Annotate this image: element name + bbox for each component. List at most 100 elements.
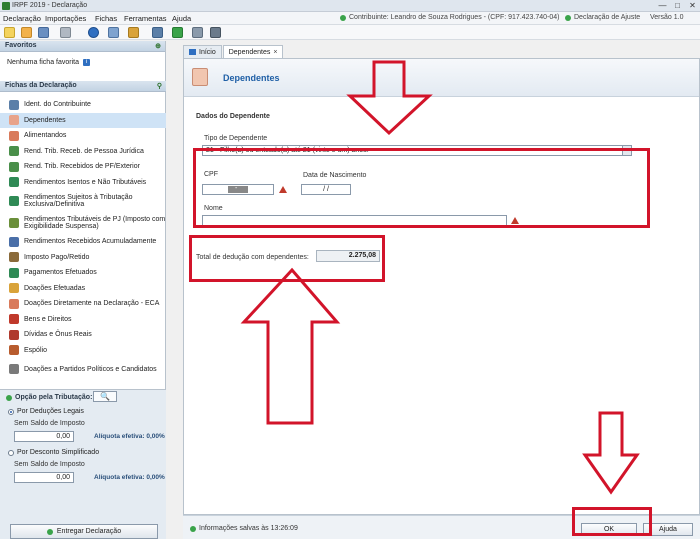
fichas-list: Ident. do Contribuinte Dependentes Alime… [0,97,166,380]
ficha-label: Rend. Trib. Receb. de Pessoa Jurídica [24,147,144,155]
delete-icon[interactable] [60,27,71,38]
menu-ajuda[interactable]: Ajuda [172,14,191,23]
house-icon [9,314,19,325]
menu-ferramentas[interactable]: Ferramentas [124,14,167,23]
ficha-doacoes[interactable]: Doações Efetuadas [0,281,166,297]
exit-icon[interactable] [210,27,221,38]
tab-bar: Início Dependentes × [183,45,284,58]
pin-icon[interactable]: ⊕ [155,42,161,50]
radio-simplificado-dot[interactable] [8,449,14,456]
menu-fichas[interactable]: Fichas [95,14,117,23]
tab-close-icon[interactable]: × [273,49,277,56]
ficha-label: Dívidas e Ônus Reais [24,331,92,339]
search-icon[interactable]: ⚲ [157,82,162,90]
money-bag-icon [9,218,19,228]
new-file-icon[interactable] [4,27,15,38]
transmit-icon[interactable] [108,27,119,38]
ficha-doacoes-partidos[interactable]: Doações a Partidos Políticos e Candidato… [0,358,166,380]
money-icon [9,177,19,188]
ficha-label: Rendimentos Sujeitos à Tributação Exclus… [24,194,133,208]
page-header: Dependentes [184,59,699,97]
window-title: IRPF 2019 - Declaração [12,2,88,9]
ficha-label: Doações a Partidos Políticos e Candidato… [24,365,157,373]
version-text: Versão 1.0 [650,14,684,21]
toolbar [0,25,700,40]
globe-icon[interactable] [88,27,99,38]
highlight-box-ok [572,507,652,536]
ficha-label: Doações Efetuadas [24,284,86,292]
money-icon [9,196,19,206]
dependents-icon [9,115,19,126]
simplificado-saldo-label: Sem Saldo de Imposto [14,461,85,468]
ficha-rend-suspensa[interactable]: Rendimentos Tributáveis de PJ (Imposto c… [0,212,166,234]
debt-arrow-icon [9,329,19,340]
menu-importacoes[interactable]: Importações [45,14,86,23]
ficha-espolio[interactable]: Espólio [0,343,166,359]
payment-icon [9,267,19,278]
save-icon[interactable] [38,27,49,38]
ballot-icon [9,364,19,374]
contribuinte-info: Contribuinte: Leandro de Souza Rodrigues… [340,14,560,21]
ficha-rend-pf[interactable]: Rend. Trib. Recebidos de PF/Exterior [0,159,166,175]
info-icon[interactable]: i [82,58,90,66]
ficha-label: Bens e Direitos [24,315,72,323]
entregar-label: Entregar Declaração [56,528,122,535]
fichas-header: Fichas da Declaração ⚲ [0,81,166,92]
tributacao-icon [6,394,12,401]
print-icon[interactable] [152,27,163,38]
tab-inicio[interactable]: Início [183,45,222,58]
menu-declaracao[interactable]: Declaração [3,14,41,23]
ficha-ident-contribuinte[interactable]: Ident. do Contribuinte [0,97,166,113]
deducoes-aliquota: Alíquota efetiva: 0,00% [94,433,165,440]
receipt-icon[interactable] [128,27,139,38]
favoritos-title: Favoritos [5,42,37,49]
ficha-label: Doações Diretamente na Declaração - ECA [24,300,160,308]
deducoes-valor-field: 0,00 [14,431,74,442]
tab-dependentes[interactable]: Dependentes × [222,45,284,58]
ficha-rend-isentos[interactable]: Rendimentos Isentos e Não Tributáveis [0,175,166,191]
saved-check-icon [190,525,196,532]
ficha-imposto-pago[interactable]: Imposto Pago/Retido [0,250,166,266]
status-text: Informações salvas às 13:26:09 [199,525,298,532]
title-bar: IRPF 2019 - Declaração — □ ✕ [0,0,700,12]
espolio-icon [9,345,19,356]
minimize-button[interactable]: — [655,0,670,12]
tab-inicio-label: Início [199,48,216,56]
opcao-search-button[interactable]: 🔍 [93,391,117,402]
tab-dependentes-label: Dependentes [228,48,271,56]
user-icon [340,14,346,21]
version-info: Versão 1.0 [650,14,683,21]
child-icon [9,298,19,309]
gift-icon [9,283,19,294]
radio-deducoes-dot[interactable] [8,408,14,415]
ficha-rend-pj[interactable]: Rend. Trib. Receb. de Pessoa Jurídica [0,144,166,160]
simplificado-label: Por Desconto Simplificado [17,449,100,456]
ficha-doacoes-eca[interactable]: Doações Diretamente na Declaração - ECA [0,296,166,312]
open-folder-icon[interactable] [21,27,32,38]
close-button[interactable]: ✕ [685,0,700,12]
ficha-pagamentos[interactable]: Pagamentos Efetuados [0,265,166,281]
stack-icon [9,236,19,247]
maximize-button[interactable]: □ [670,0,685,12]
radio-desconto-simplificado[interactable]: Por Desconto Simplificado [8,449,99,456]
status-icon [565,14,571,21]
ficha-dependentes[interactable]: Dependentes [0,112,166,128]
ficha-dividas[interactable]: Dívidas e Ônus Reais [0,327,166,343]
ficha-label: Rend. Trib. Recebidos de PF/Exterior [24,163,140,171]
ficha-label: Dependentes [24,116,66,124]
favoritos-content: Nenhuma ficha favorita i [0,52,165,72]
radio-deducoes-legais[interactable]: Por Deduções Legais [8,408,84,415]
ficha-label: Rendimentos Tributáveis de PJ (Imposto c… [24,216,166,230]
check-icon[interactable] [172,27,183,38]
entregar-declaracao-button[interactable]: Entregar Declaração [10,524,158,539]
deducoes-label: Por Deduções Legais [17,408,84,415]
app-icon [2,2,10,10]
alimentandos-icon [9,130,19,141]
ficha-rend-exclusiva[interactable]: Rendimentos Sujeitos à Tributação Exclus… [0,190,166,212]
window-controls: — □ ✕ [655,0,700,12]
ficha-bens-direitos[interactable]: Bens e Direitos [0,312,166,328]
simplificado-valor-field: 0,00 [14,472,74,483]
ficha-rend-acumulados[interactable]: Rendimentos Recebidos Acumuladamente [0,234,166,250]
ficha-alimentandos[interactable]: Alimentandos [0,128,166,144]
calculator-icon[interactable] [192,27,203,38]
